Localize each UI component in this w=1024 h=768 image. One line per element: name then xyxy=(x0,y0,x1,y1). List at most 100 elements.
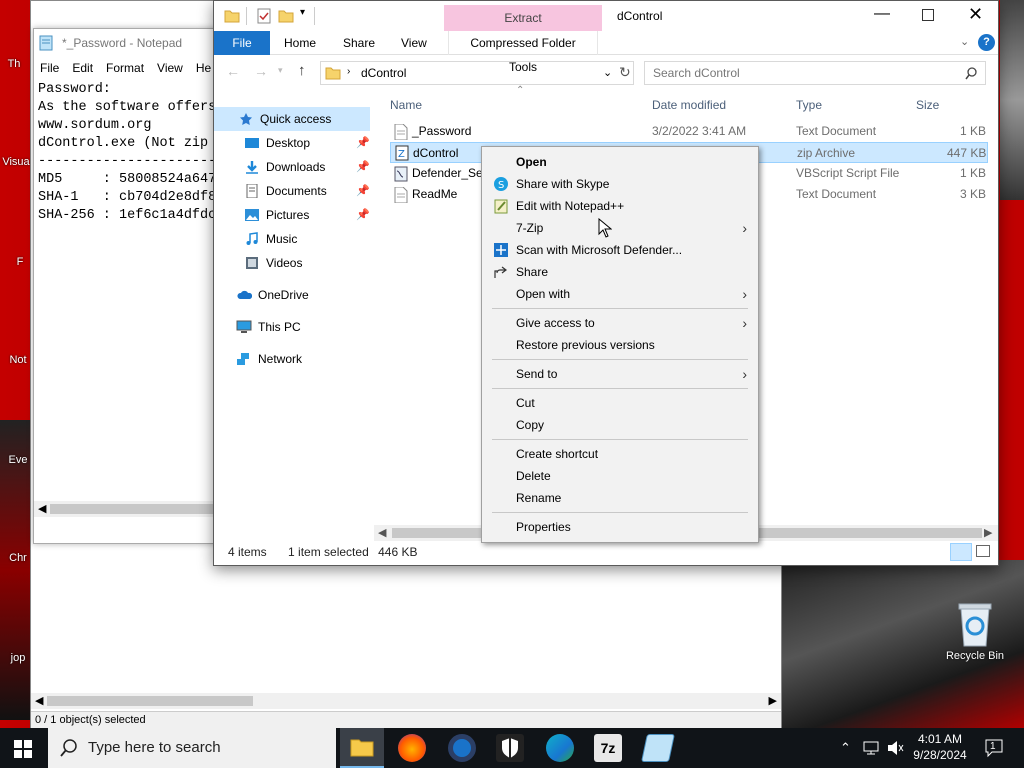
nav-network[interactable]: Network xyxy=(236,347,396,371)
recycle-bin-icon xyxy=(958,603,992,647)
taskbar-search-box[interactable]: Type here to search xyxy=(48,728,336,768)
pin-icon[interactable]: 📌 xyxy=(356,155,370,179)
contextual-tab-extract[interactable]: Extract xyxy=(444,5,602,31)
nav-videos[interactable]: Videos xyxy=(244,251,404,275)
menu-item-scan-defender[interactable]: Scan with Microsoft Defender... xyxy=(485,239,755,261)
menu-item-send-to[interactable]: Send to › xyxy=(485,363,755,385)
scrollbar-thumb[interactable] xyxy=(47,696,253,706)
new-folder-icon[interactable] xyxy=(278,8,294,24)
breadcrumb[interactable]: dControl xyxy=(361,66,406,80)
volume-muted-icon[interactable] xyxy=(886,740,904,756)
menu-item-create-shortcut[interactable]: Create shortcut xyxy=(485,443,755,465)
tab-compressed-folder-tools[interactable]: Compressed Folder Tools xyxy=(448,31,598,74)
recycle-bin[interactable]: Recycle Bin xyxy=(940,600,1010,662)
search-box[interactable]: Search dControl xyxy=(644,61,986,85)
tab-file[interactable]: File xyxy=(214,31,270,55)
menu-item-copy[interactable]: Copy xyxy=(485,414,755,436)
file-row[interactable]: _Password 3/2/2022 3:41 AM Text Document… xyxy=(390,121,988,142)
menu-item-7zip[interactable]: 7-Zip › xyxy=(485,217,755,239)
pin-icon[interactable]: 📌 xyxy=(356,203,370,227)
taskbar-clock[interactable]: 4:01 AM 9/28/2024 xyxy=(908,731,972,763)
menu-item-share-with-skype[interactable]: S Share with Skype xyxy=(485,173,755,195)
large-icons-view-button[interactable] xyxy=(976,545,990,557)
chrome-icon[interactable] xyxy=(448,734,476,762)
menu-item-label: Open xyxy=(516,155,547,169)
scroll-left-icon[interactable]: ◀ xyxy=(38,502,46,515)
file-type: VBScript Script File xyxy=(796,166,900,180)
notepad-taskbar-icon[interactable] xyxy=(641,734,675,762)
nav-downloads[interactable]: Downloads 📌 xyxy=(244,155,404,179)
edge-icon[interactable] xyxy=(546,734,574,762)
recent-locations-icon[interactable]: ▾ xyxy=(278,65,283,76)
archive-status-bar: 0 / 1 object(s) selected xyxy=(31,711,781,729)
up-arrow-icon[interactable]: ↑ xyxy=(298,62,306,79)
nav-pictures[interactable]: Pictures 📌 xyxy=(244,203,404,227)
tab-home[interactable]: Home xyxy=(274,31,326,55)
notepad-text-area[interactable]: Password: As the software offers www.sordu… xyxy=(34,79,222,489)
security-shield-icon[interactable] xyxy=(496,734,524,762)
7zip-icon[interactable]: 7z xyxy=(594,734,622,762)
details-view-button[interactable] xyxy=(950,543,972,561)
nav-onedrive[interactable]: OneDrive xyxy=(236,283,396,307)
column-header-type[interactable]: Type xyxy=(796,95,822,115)
properties-icon[interactable] xyxy=(256,8,272,24)
menu-file[interactable]: File xyxy=(40,61,59,75)
scroll-right-icon[interactable]: ▶ xyxy=(769,694,777,707)
archive-horizontal-scrollbar[interactable]: ◀ ▶ xyxy=(31,693,781,709)
network-icon xyxy=(237,353,249,365)
column-header-name[interactable]: Name xyxy=(390,95,422,115)
menu-item-share[interactable]: Share xyxy=(485,261,755,283)
scrollbar-thumb[interactable] xyxy=(50,504,220,514)
menu-item-edit-with-notepadpp[interactable]: Edit with Notepad++ xyxy=(485,195,755,217)
forward-arrow-icon[interactable]: → xyxy=(254,63,268,79)
menu-view[interactable]: View xyxy=(157,61,183,75)
scroll-right-icon[interactable]: ▶ xyxy=(984,526,992,539)
tab-view[interactable]: View xyxy=(391,31,437,55)
taskbar: Type here to search 7z ⌃ 4:01 AM 9/28/20… xyxy=(0,728,1024,768)
nav-music[interactable]: Music xyxy=(244,227,404,251)
tab-share[interactable]: Share xyxy=(333,31,385,55)
scroll-left-icon[interactable]: ◀ xyxy=(35,694,43,707)
qat-dropdown-icon[interactable]: ▾ xyxy=(300,7,305,18)
menu-format[interactable]: Format xyxy=(106,61,144,75)
menu-item-rename[interactable]: Rename xyxy=(485,487,755,509)
close-button[interactable]: ✕ xyxy=(968,4,983,25)
help-icon[interactable]: ? xyxy=(978,34,995,51)
nav-quick-access[interactable]: Quick access xyxy=(214,107,370,131)
notepad-titlebar[interactable]: *_Password - Notepad xyxy=(34,29,222,57)
column-header-date-modified[interactable]: Date modified xyxy=(652,95,726,115)
nav-desktop[interactable]: Desktop 📌 xyxy=(244,131,404,155)
address-bar[interactable]: › dControl ⌄ ↻ xyxy=(320,61,634,85)
menu-item-open-with[interactable]: Open with › xyxy=(485,283,755,305)
scroll-left-icon[interactable]: ◀ xyxy=(378,526,386,539)
firefox-icon[interactable] xyxy=(398,734,426,762)
menu-help[interactable]: He xyxy=(196,61,211,75)
pin-icon[interactable]: 📌 xyxy=(356,179,370,203)
menu-item-give-access-to[interactable]: Give access to › xyxy=(485,312,755,334)
show-hidden-icons-icon[interactable]: ⌃ xyxy=(840,740,851,756)
back-arrow-icon[interactable]: ← xyxy=(226,63,240,79)
menu-item-delete[interactable]: Delete xyxy=(485,465,755,487)
pin-icon[interactable]: 📌 xyxy=(356,131,370,155)
windows-start-icon[interactable] xyxy=(14,740,32,758)
menu-item-open[interactable]: Open xyxy=(485,151,755,173)
desktop-icon-label: Visua xyxy=(2,156,30,168)
notepad-horizontal-scrollbar[interactable]: ◀ xyxy=(34,501,222,517)
menu-item-cut[interactable]: Cut xyxy=(485,392,755,414)
refresh-icon[interactable]: ↻ xyxy=(619,64,631,81)
menu-item-properties[interactable]: Properties xyxy=(485,516,755,538)
explorer-titlebar[interactable]: ▾ Extract dControl — ✕ xyxy=(214,1,998,31)
network-status-icon[interactable] xyxy=(862,740,880,756)
taskbar-file-explorer[interactable] xyxy=(340,728,384,768)
address-dropdown-icon[interactable]: ⌄ xyxy=(603,66,612,79)
menu-edit[interactable]: Edit xyxy=(72,61,93,75)
minimize-button[interactable]: — xyxy=(874,5,890,23)
file-type: Text Document xyxy=(796,187,877,201)
menu-item-restore-previous-versions[interactable]: Restore previous versions xyxy=(485,334,755,356)
column-header-size[interactable]: Size xyxy=(916,95,939,115)
notification-center-button[interactable]: 1 xyxy=(984,738,1004,758)
ribbon-expand-icon[interactable]: ⌄ xyxy=(960,35,969,48)
maximize-button[interactable] xyxy=(922,9,934,21)
nav-documents[interactable]: Documents 📌 xyxy=(244,179,404,203)
nav-this-pc[interactable]: This PC xyxy=(236,315,396,339)
